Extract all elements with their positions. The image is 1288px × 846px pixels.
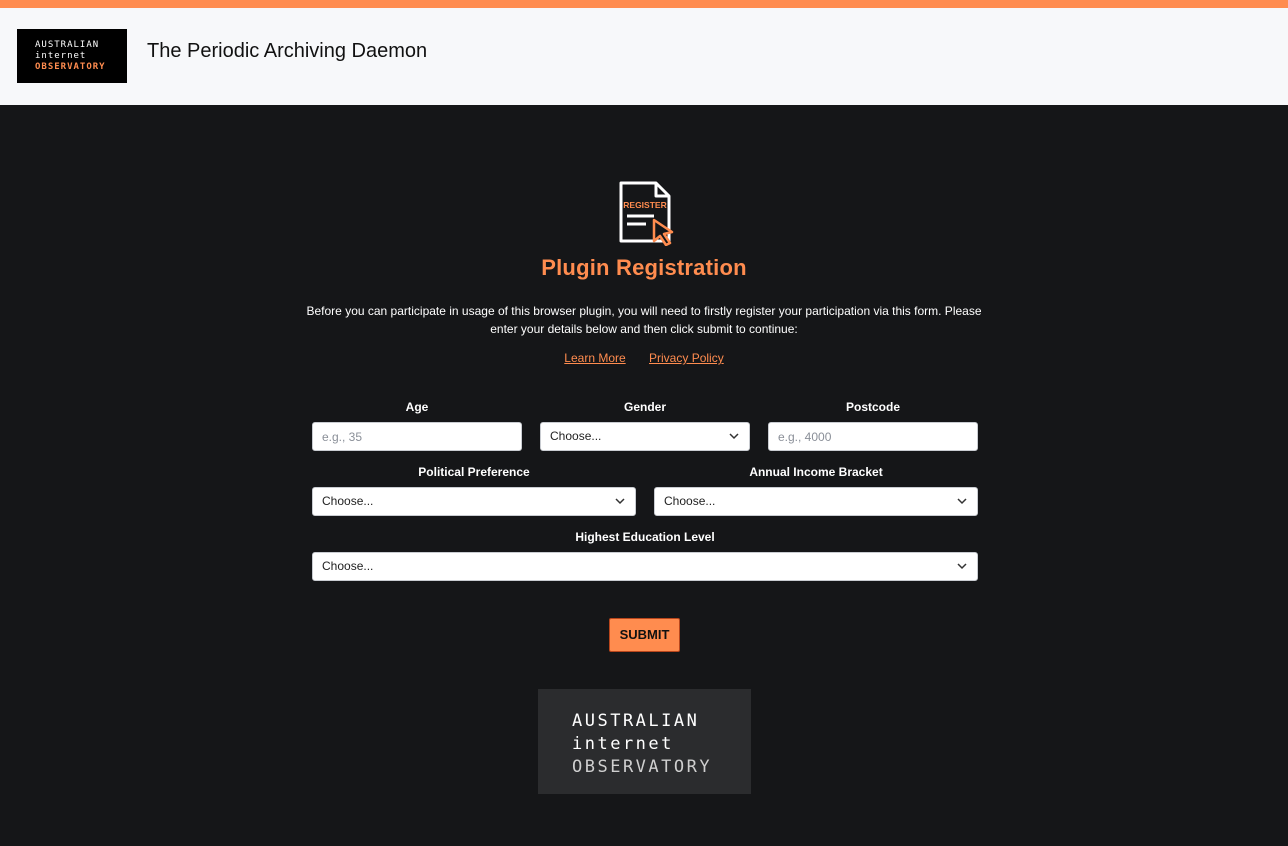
postcode-label: Postcode [845,400,900,414]
footer-logo-line-1: AUSTRALIAN [572,711,700,731]
chevron-down-icon [615,498,625,505]
gender-select[interactable]: Choose... [540,422,750,451]
header: AUSTRALIAN internet OBSERVATORY The Peri… [0,8,1288,105]
privacy-policy-link[interactable]: Privacy Policy [649,351,724,365]
chevron-down-icon [957,498,967,505]
top-accent-bar [0,0,1288,8]
gender-label: Gender [623,400,666,414]
political-preference-label: Political Preference [418,465,530,479]
app-title: The Periodic Archiving Daemon [147,40,428,62]
income-bracket-value: Choose... [664,494,716,508]
political-preference-select[interactable]: Choose... [312,487,636,516]
intro-text: Before you can participate in usage of t… [306,304,982,336]
education-level-value: Choose... [322,559,374,573]
chevron-down-icon [729,433,739,440]
register-document-cursor-icon: REGISTER [619,181,674,246]
income-bracket-select[interactable]: Choose... [654,487,978,516]
footer-logo-line-3: OBSERVATORY [572,757,713,777]
logo-line-2: internet [35,51,87,61]
logo-line-3: OBSERVATORY [35,62,106,72]
info-links: Learn More Privacy Policy [0,351,1288,365]
learn-more-link[interactable]: Learn More [564,351,625,365]
chevron-down-icon [957,563,967,570]
footer-logo: AUSTRALIAN internet OBSERVATORY [538,689,751,794]
age-input[interactable] [312,422,522,451]
submit-button[interactable]: SUBMIT [609,618,680,652]
footer-logo-line-2: internet [572,734,674,754]
page-title: Plugin Registration [541,255,747,280]
postcode-input[interactable] [768,422,978,451]
logo-line-1: AUSTRALIAN [35,40,100,50]
register-icon-text: REGISTER [623,200,666,210]
age-label: Age [405,400,429,414]
income-bracket-label: Annual Income Bracket [749,465,883,479]
gender-select-value: Choose... [550,429,602,443]
education-level-label: Highest Education Level [575,530,715,544]
education-level-select[interactable]: Choose... [312,552,978,581]
header-logo[interactable]: AUSTRALIAN internet OBSERVATORY [17,29,127,83]
political-preference-value: Choose... [322,494,374,508]
